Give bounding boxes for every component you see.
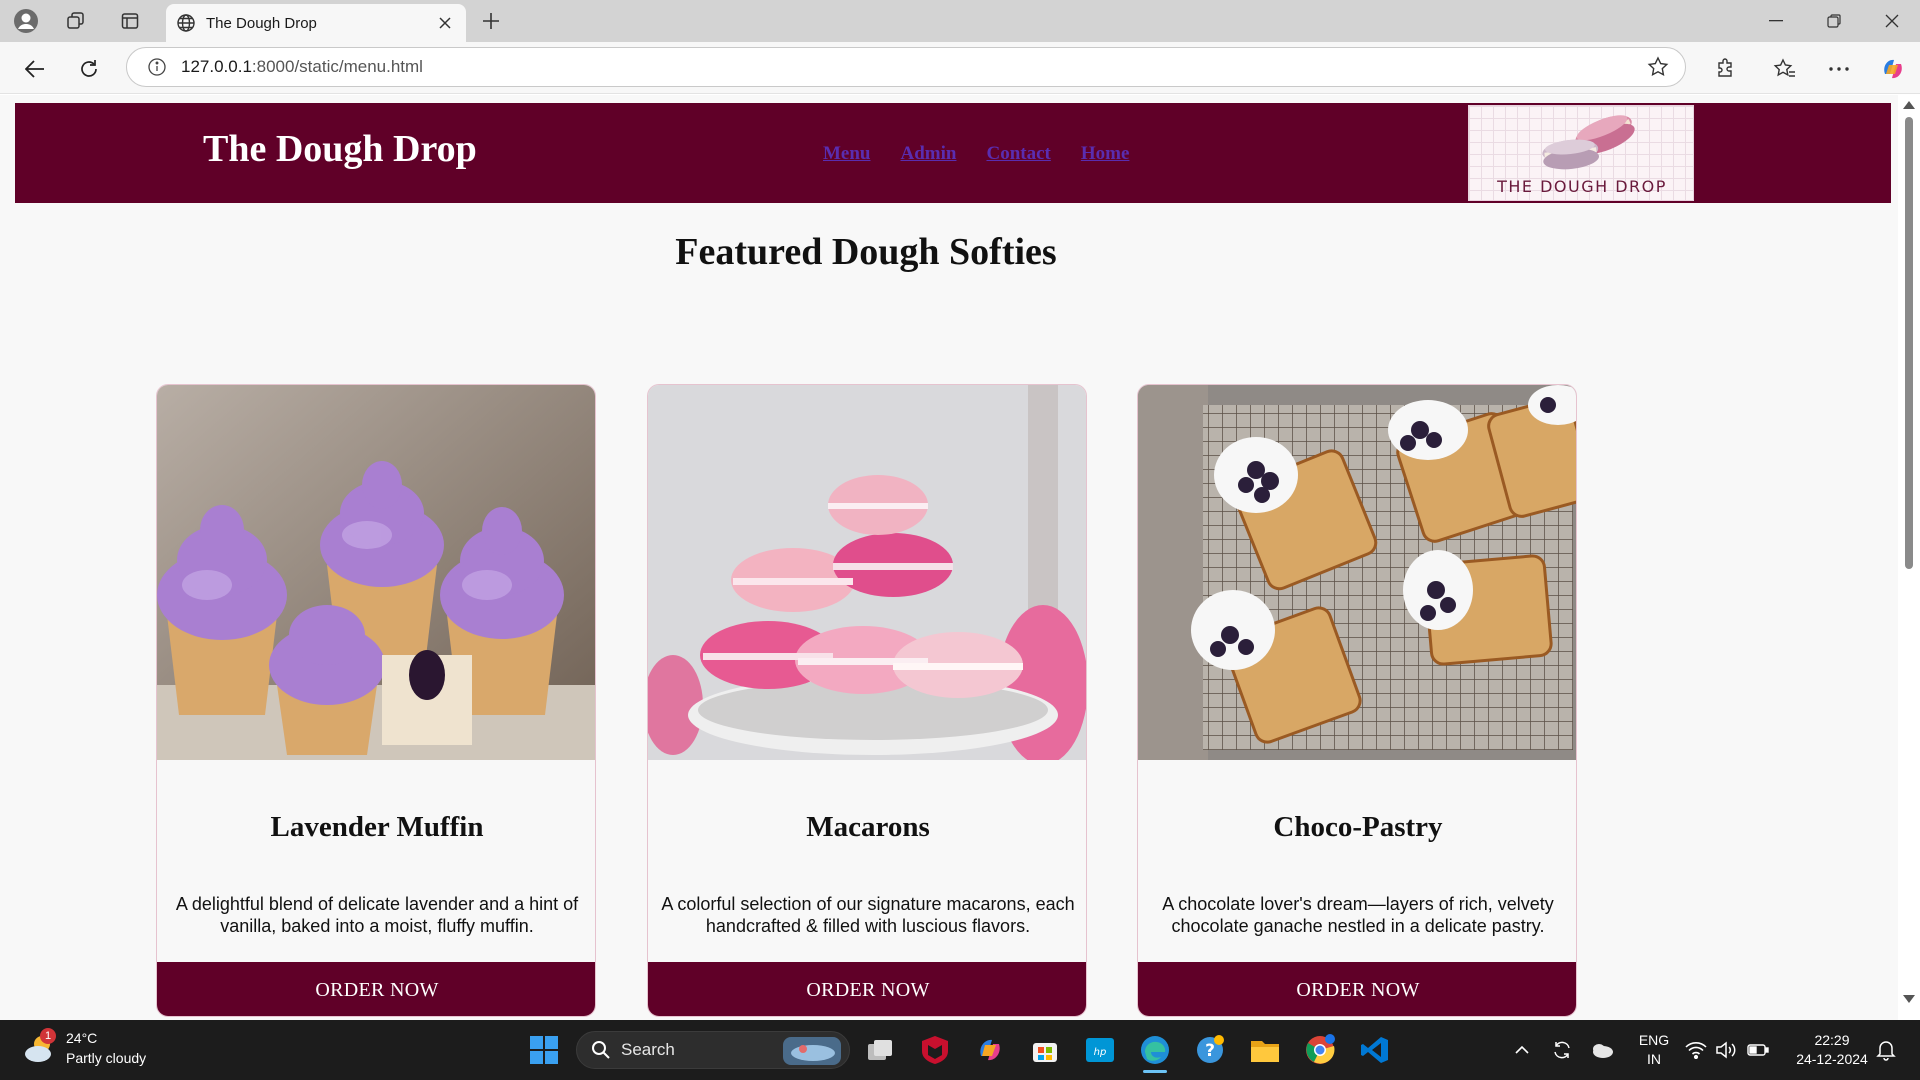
chrome-icon[interactable]	[1300, 1030, 1340, 1070]
pink-macarons-photo	[648, 385, 1086, 760]
vscode-icon[interactable]	[1355, 1030, 1395, 1070]
logo-text: THE DOUGH DROP	[1497, 177, 1667, 196]
nav-link-home[interactable]: Home	[1081, 143, 1130, 165]
windows-taskbar: 1 24°C Partly cloudy Search hp ? ENG IN …	[0, 1020, 1920, 1080]
weather-temp: 24°C	[66, 1030, 98, 1046]
weather-widget[interactable]: 1 24°C Partly cloudy	[22, 1028, 146, 1068]
product-name: Lavender Muffin	[270, 811, 484, 843]
mcafee-icon[interactable]	[915, 1030, 955, 1070]
favorites-icon[interactable]	[1770, 54, 1800, 84]
product-card-lavender-muffin: Lavender Muffin A delightful blend of de…	[156, 384, 596, 1017]
battery-icon[interactable]	[1738, 1030, 1778, 1070]
scroll-up-arrow-icon[interactable]	[1903, 101, 1915, 109]
site-header: The Dough Drop Menu Admin Contact Home T…	[15, 103, 1891, 203]
minimize-icon[interactable]	[1754, 6, 1798, 36]
start-icon[interactable]	[524, 1030, 564, 1070]
language-indicator[interactable]: ENG IN	[1634, 1031, 1674, 1069]
refresh-icon[interactable]	[74, 54, 104, 84]
pound-cakes-on-rack-photo	[1138, 385, 1576, 760]
notifications-bell-icon[interactable]	[1866, 1030, 1906, 1070]
product-description: A delightful blend of delicate lavender …	[175, 894, 579, 936]
sync-icon[interactable]	[1542, 1030, 1582, 1070]
svg-text:?: ?	[1205, 1041, 1215, 1061]
svg-text:hp: hp	[1094, 1047, 1107, 1058]
active-tab[interactable]: The Dough Drop	[166, 4, 466, 42]
nav-link-menu[interactable]: Menu	[823, 143, 871, 165]
copilot-taskbar-icon[interactable]	[970, 1030, 1010, 1070]
product-name: Macarons	[806, 811, 930, 843]
search-placeholder: Search	[621, 1040, 675, 1059]
scroll-down-arrow-icon[interactable]	[1903, 995, 1915, 1003]
browser-toolbar: 127.0.0.1:8000/static/menu.html	[0, 42, 1920, 94]
back-arrow-icon[interactable]	[20, 54, 50, 84]
copilot-icon[interactable]	[1878, 54, 1908, 84]
myhp-icon[interactable]: hp	[1080, 1030, 1120, 1070]
nav-link-admin[interactable]: Admin	[901, 143, 957, 165]
lavender-cupcakes-photo	[157, 385, 595, 760]
close-window-icon[interactable]	[1870, 6, 1914, 36]
extensions-icon[interactable]	[1710, 54, 1740, 84]
file-explorer-icon[interactable]	[1245, 1030, 1285, 1070]
tab-title: The Dough Drop	[206, 14, 317, 32]
product-name: Choco-Pastry	[1273, 811, 1443, 843]
order-now-button[interactable]: ORDER NOW	[1138, 962, 1576, 1016]
task-view-icon[interactable]	[860, 1030, 900, 1070]
restore-icon[interactable]	[1812, 6, 1856, 36]
product-description: A chocolate lover's dream—layers of rich…	[1162, 894, 1554, 936]
order-now-button[interactable]: ORDER NOW	[648, 962, 1086, 1016]
url-text: 127.0.0.1:8000/static/menu.html	[181, 57, 423, 76]
product-card-choco-pastry: Choco-Pastry A chocolate lover's dream—l…	[1137, 384, 1577, 1017]
macaron-logo-icon	[1542, 115, 1635, 170]
product-description: A colorful selection of our signature ma…	[661, 894, 1075, 936]
brand-logo: THE DOUGH DROP	[1468, 105, 1694, 201]
microsoft-store-icon[interactable]	[1025, 1030, 1065, 1070]
globe-icon	[177, 14, 195, 32]
section-title: Featured Dough Softies	[675, 231, 1057, 273]
onedrive-icon[interactable]	[1582, 1030, 1622, 1070]
profile-icon[interactable]	[12, 8, 40, 34]
close-tab-icon[interactable]	[434, 12, 456, 34]
site-info-icon[interactable]	[147, 57, 167, 77]
taskbar-search[interactable]: Search	[576, 1031, 850, 1069]
search-highlight-icon	[783, 1037, 841, 1065]
page-viewport: The Dough Drop Menu Admin Contact Home T…	[0, 95, 1902, 1020]
site-nav: Menu Admin Contact Home	[823, 143, 1129, 165]
edge-browser-icon[interactable]	[1135, 1030, 1175, 1073]
brand-title: The Dough Drop	[203, 128, 477, 170]
browser-tab-bar: The Dough Drop	[0, 0, 1920, 42]
workspaces-icon[interactable]	[62, 8, 90, 34]
product-card-macarons: Macarons A colorful selection of our sig…	[647, 384, 1087, 1017]
get-help-icon[interactable]: ?	[1190, 1030, 1230, 1070]
search-icon	[592, 1041, 610, 1059]
more-options-icon[interactable]	[1824, 54, 1854, 84]
order-now-button[interactable]: ORDER NOW	[157, 962, 595, 1016]
partly-cloudy-icon: 1	[22, 1028, 58, 1066]
new-tab-icon[interactable]	[476, 8, 506, 34]
tab-actions-icon[interactable]	[116, 8, 144, 34]
nav-link-contact[interactable]: Contact	[986, 143, 1050, 165]
address-bar[interactable]: 127.0.0.1:8000/static/menu.html	[126, 47, 1686, 87]
weather-badge: 1	[40, 1028, 56, 1044]
show-hidden-icons-chevron-icon[interactable]	[1502, 1030, 1542, 1070]
page-scrollbar[interactable]	[1898, 95, 1920, 1020]
favorite-star-icon[interactable]	[1647, 56, 1669, 83]
weather-condition: Partly cloudy	[66, 1050, 147, 1066]
scrollbar-thumb[interactable]	[1905, 117, 1913, 569]
